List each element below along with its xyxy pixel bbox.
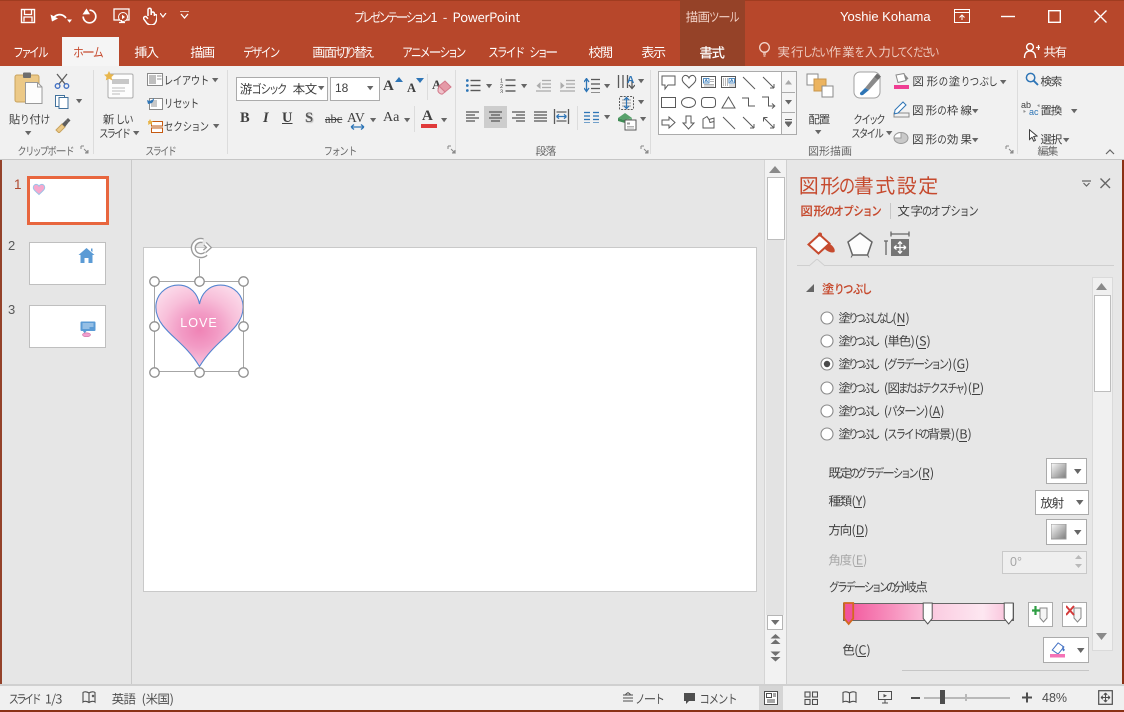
svg-text:ac: ac [1029, 107, 1039, 116]
svg-text:A: A [627, 75, 634, 86]
svg-text:3: 3 [500, 90, 503, 94]
